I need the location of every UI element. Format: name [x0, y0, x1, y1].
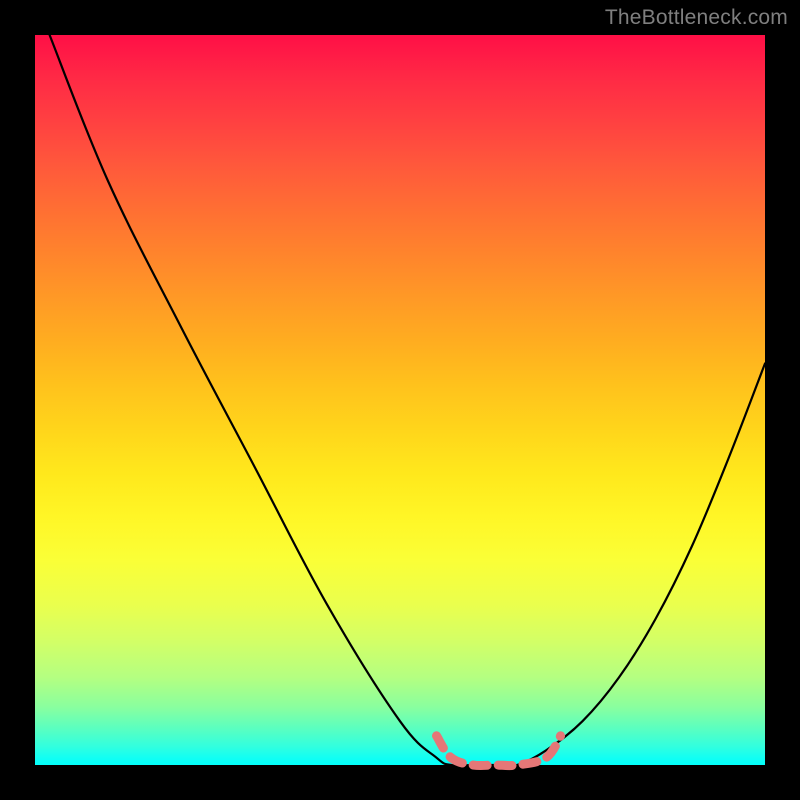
watermark-label: TheBottleneck.com — [605, 6, 788, 30]
chart-frame: TheBottleneck.com — [0, 0, 800, 800]
plot-area — [35, 35, 765, 765]
curve-canvas — [35, 35, 765, 765]
bottleneck-curve — [50, 35, 765, 766]
optimal-range-marker — [437, 736, 561, 766]
